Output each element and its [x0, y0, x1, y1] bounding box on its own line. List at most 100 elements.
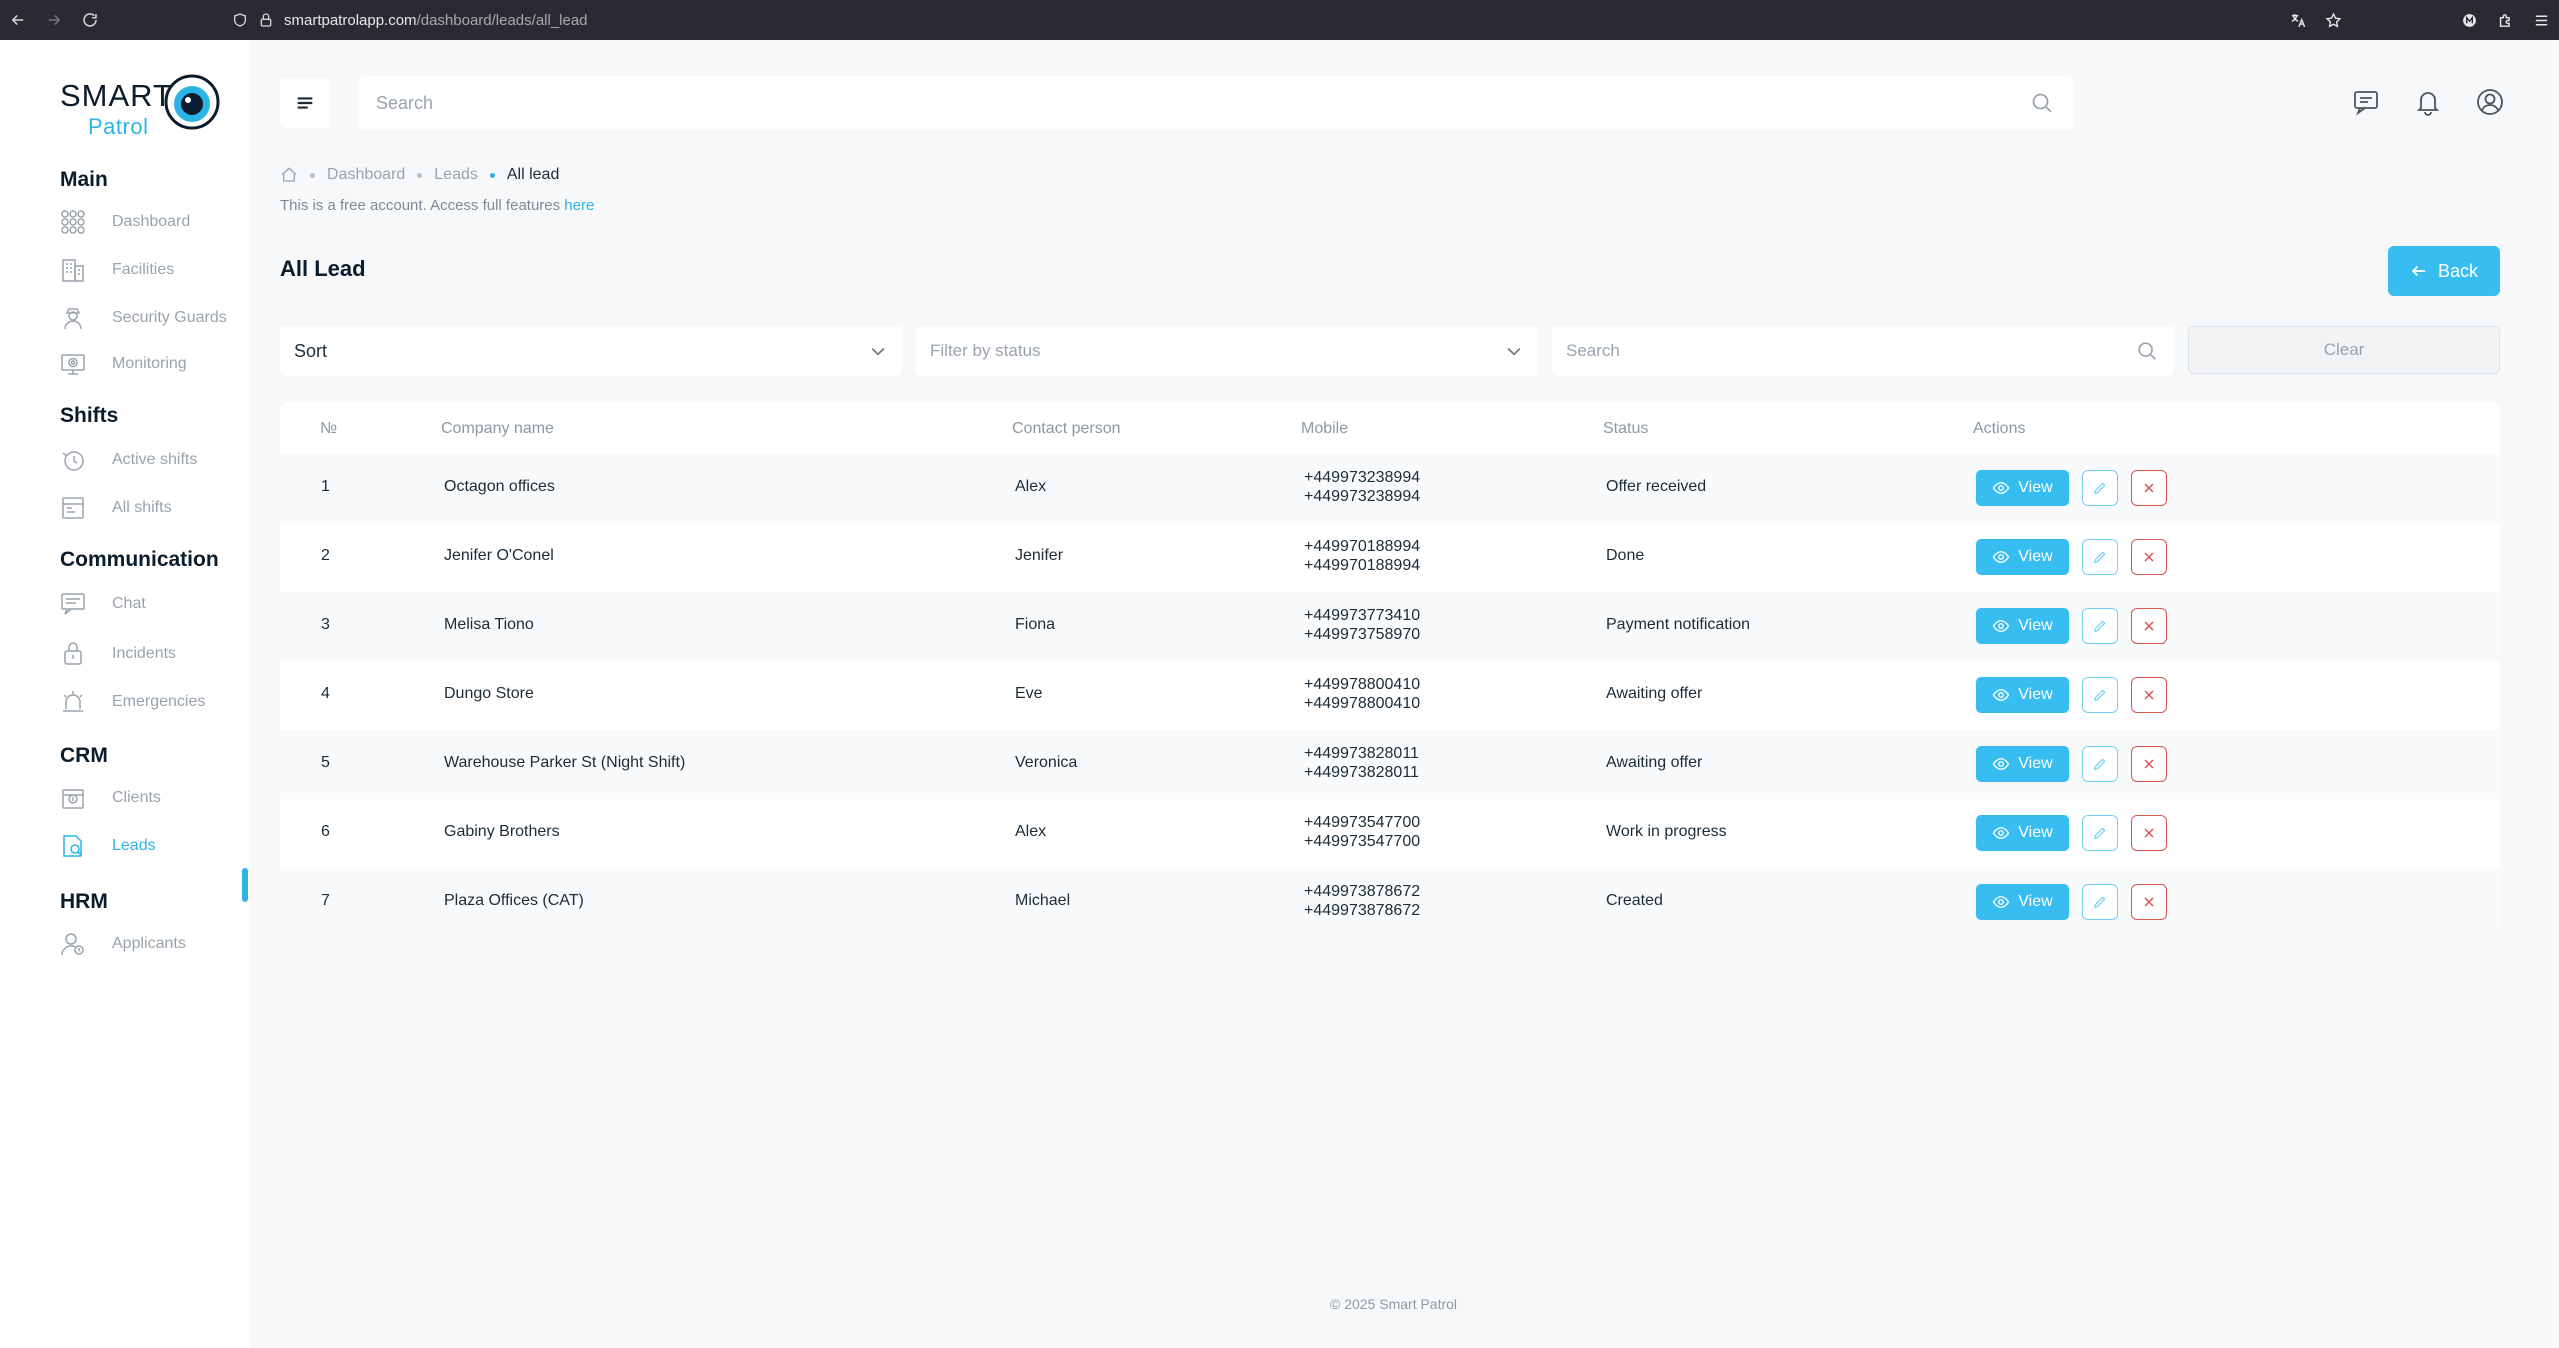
- sidebar-item-label: Applicants: [112, 935, 186, 952]
- status-filter-select[interactable]: Filter by status: [916, 326, 1538, 376]
- eye-icon: [1993, 689, 2010, 701]
- bell-icon: [2416, 92, 2440, 116]
- cell-mobile: +449973547700 +449973547700: [1304, 813, 1420, 851]
- sidebar-item-emergencies[interactable]: Emergencies: [60, 684, 250, 720]
- grid-icon: [60, 209, 86, 235]
- sidebar-item-all-shifts[interactable]: All shifts: [60, 490, 250, 526]
- edit-button[interactable]: [2082, 815, 2118, 851]
- sidebar-item-incidents[interactable]: Incidents: [60, 636, 250, 672]
- delete-button[interactable]: [2131, 677, 2167, 713]
- delete-button[interactable]: [2131, 608, 2167, 644]
- sidebar-item-label: All shifts: [112, 499, 172, 516]
- breadcrumb-dashboard[interactable]: Dashboard: [327, 166, 405, 184]
- home-icon[interactable]: [280, 166, 298, 184]
- sidebar-item-dashboard[interactable]: Dashboard: [60, 204, 250, 240]
- delete-button[interactable]: [2131, 539, 2167, 575]
- pencil-icon: [2093, 689, 2106, 702]
- delete-button[interactable]: [2131, 470, 2167, 506]
- sidebar-item-clients[interactable]: Clients: [60, 780, 250, 816]
- row-actions: View: [1976, 470, 2167, 506]
- edit-button[interactable]: [2082, 608, 2118, 644]
- sidebar-item-active-shifts[interactable]: Active shifts: [60, 442, 250, 478]
- sidebar-item-chat[interactable]: Chat: [60, 586, 250, 622]
- breadcrumb-leads[interactable]: Leads: [434, 166, 478, 184]
- cell-mobile: +449973238994 +449973238994: [1304, 468, 1420, 506]
- sidebar-item-label: Active shifts: [112, 451, 198, 468]
- leads-table: № Company name Contact person Mobile Sta…: [280, 402, 2500, 936]
- browser-forward-button[interactable]: [36, 0, 72, 40]
- messages-button[interactable]: [2350, 86, 2382, 118]
- bookmark-button[interactable]: [2315, 0, 2351, 40]
- account-button[interactable]: [2474, 86, 2506, 118]
- sidebar-item-facilities[interactable]: Facilities: [60, 252, 250, 288]
- edit-button[interactable]: [2082, 884, 2118, 920]
- edit-button[interactable]: [2082, 539, 2118, 575]
- notifications-button[interactable]: [2412, 86, 2444, 118]
- extensions-button[interactable]: [2487, 0, 2523, 40]
- cell-contact: Alex: [1015, 823, 1047, 840]
- clear-button[interactable]: Clear: [2188, 326, 2500, 374]
- translate-button[interactable]: [2279, 0, 2315, 40]
- cell-status: Awaiting offer: [1606, 754, 1703, 771]
- cell-company: Jenifer O'Conel: [444, 547, 554, 564]
- delete-button[interactable]: [2131, 815, 2167, 851]
- view-button[interactable]: View: [1976, 884, 2069, 920]
- view-button[interactable]: View: [1976, 539, 2069, 575]
- profile-button[interactable]: [2451, 0, 2487, 40]
- cell-mobile: +449973828011 +449973828011: [1304, 744, 1419, 782]
- browser-menu-button[interactable]: [2523, 0, 2559, 40]
- arrow-left-icon: [2411, 265, 2425, 277]
- sidebar-item-monitoring[interactable]: Monitoring: [60, 346, 250, 382]
- mobile-primary: +449973547700: [1304, 814, 1421, 831]
- logo[interactable]: SMART Patrol: [60, 74, 220, 144]
- sidebar-item-leads[interactable]: Leads: [60, 828, 250, 864]
- table-row: 7 Plaza Offices (CAT) Michael +449973878672…: [280, 868, 2500, 936]
- browser-reload-button[interactable]: [72, 0, 108, 40]
- eye-icon: [1993, 758, 2010, 770]
- view-button[interactable]: View: [1976, 608, 2069, 644]
- cell-company: Warehouse Parker St (Night Shift): [444, 754, 686, 771]
- browser-back-button[interactable]: [0, 0, 36, 40]
- sidebar-toggle-button[interactable]: [280, 78, 330, 128]
- pencil-icon: [2093, 482, 2106, 495]
- view-button[interactable]: View: [1976, 677, 2069, 713]
- view-button[interactable]: View: [1976, 470, 2069, 506]
- delete-button[interactable]: [2131, 884, 2167, 920]
- sidebar-item-security-guards[interactable]: Security Guards: [60, 300, 250, 336]
- address-bar[interactable]: smartpatrolapp.com/dashboard/leads/all_l…: [232, 6, 588, 34]
- header-actions: Actions: [1973, 420, 2026, 437]
- reload-icon: [83, 13, 97, 27]
- upgrade-link[interactable]: here: [564, 197, 594, 214]
- top-search-box: [358, 76, 2074, 130]
- translate-icon: [2291, 13, 2305, 27]
- cell-number: 1: [321, 478, 330, 495]
- search-icon: [2138, 342, 2156, 360]
- edit-button[interactable]: [2082, 677, 2118, 713]
- table-search-input[interactable]: Search: [1552, 326, 2174, 376]
- view-button[interactable]: View: [1976, 815, 2069, 851]
- back-button-label: Back: [2437, 260, 2479, 281]
- back-button[interactable]: Back: [2388, 246, 2500, 296]
- table-row: 2 Jenifer O'Conel Jenifer +449970188994 +449…: [280, 523, 2500, 592]
- sidebar-item-label: Clients: [112, 789, 161, 806]
- table-search-placeholder: Search: [1566, 341, 1620, 360]
- edit-button[interactable]: [2082, 470, 2118, 506]
- eye-logo-icon: [164, 74, 220, 130]
- cell-number: 2: [321, 547, 330, 564]
- mobile-secondary: +449973758970: [1304, 626, 1421, 643]
- active-indicator: [242, 868, 248, 902]
- eye-icon: [1993, 827, 2010, 839]
- search-icon[interactable]: [2030, 91, 2054, 115]
- table-row: 6 Gabiny Brothers Alex +449973547700 +449973…: [280, 799, 2500, 868]
- section-title-communication: Communication: [60, 548, 219, 571]
- top-search-input[interactable]: [358, 92, 1998, 114]
- sidebar-item-applicants[interactable]: Applicants: [60, 926, 250, 962]
- shield-icon: [234, 13, 246, 27]
- chevron-down-icon: [1507, 347, 1521, 356]
- cell-status: Work in progress: [1606, 823, 1727, 840]
- delete-button[interactable]: [2131, 746, 2167, 782]
- view-button[interactable]: View: [1976, 746, 2069, 782]
- sort-select[interactable]: Sort: [280, 326, 902, 376]
- cell-contact: Veronica: [1015, 754, 1078, 771]
- edit-button[interactable]: [2082, 746, 2118, 782]
